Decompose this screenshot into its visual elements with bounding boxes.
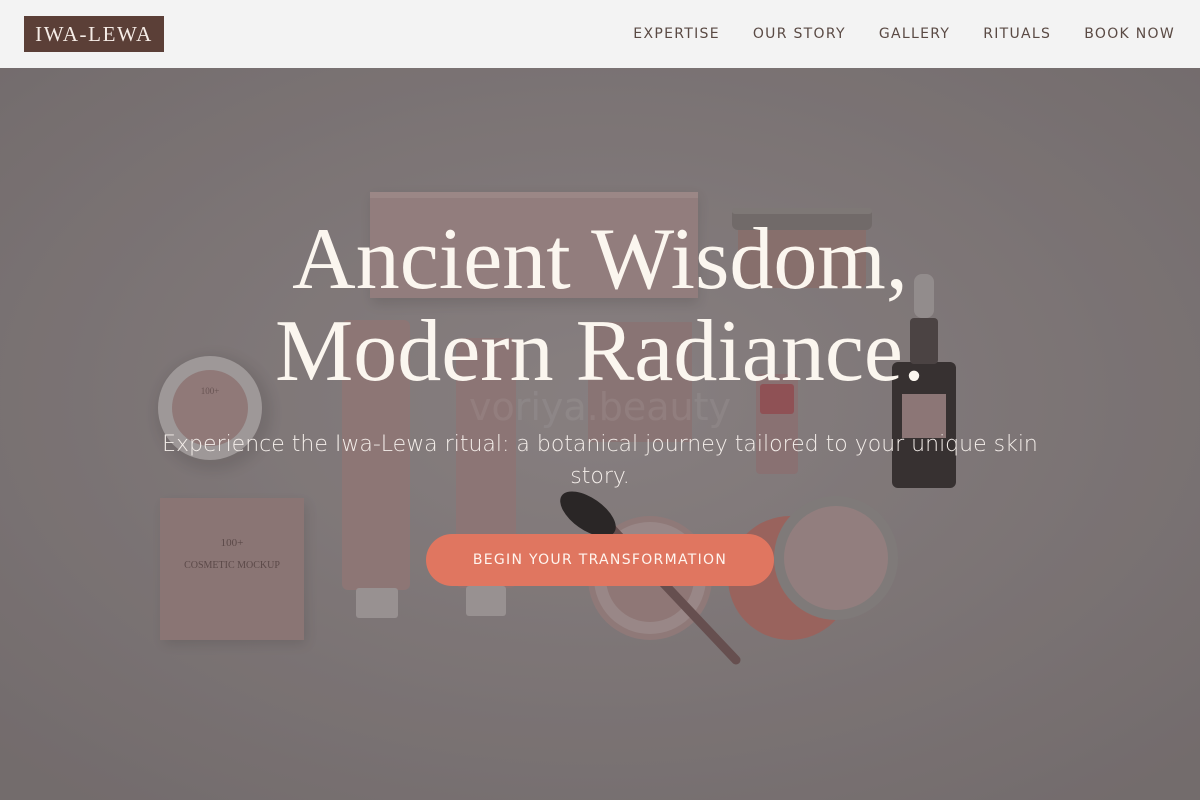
nav-item-book-now[interactable]: BOOK NOW [1084,26,1175,42]
hero-headline-line-1: Ancient Wisdom, [292,211,908,308]
hero-subtitle: Experience the Iwa-Lewa ritual: a botani… [162,432,1038,489]
nav-item-rituals[interactable]: RITUALS [983,26,1051,42]
nav-item-expertise[interactable]: EXPERTISE [633,26,720,42]
begin-transformation-button[interactable]: BEGIN YOUR TRANSFORMATION [426,534,774,586]
nav-item-our-story[interactable]: OUR STORY [753,26,846,42]
hero-headline-line-2: Modern Radiance. [275,303,925,400]
hero-section: 100+ 100+ COSMETIC MOCKUP voriya.beauty … [0,68,1200,800]
nav-item-gallery[interactable]: GALLERY [879,26,950,42]
hero-headline: Ancient Wisdom, Modern Radiance. [100,214,1100,398]
main-nav: EXPERTISE OUR STORY GALLERY RITUALS BOOK… [633,0,1175,68]
brand-logo[interactable]: IWA-LEWA [24,16,164,52]
site-header: IWA-LEWA EXPERTISE OUR STORY GALLERY RIT… [0,0,1200,68]
